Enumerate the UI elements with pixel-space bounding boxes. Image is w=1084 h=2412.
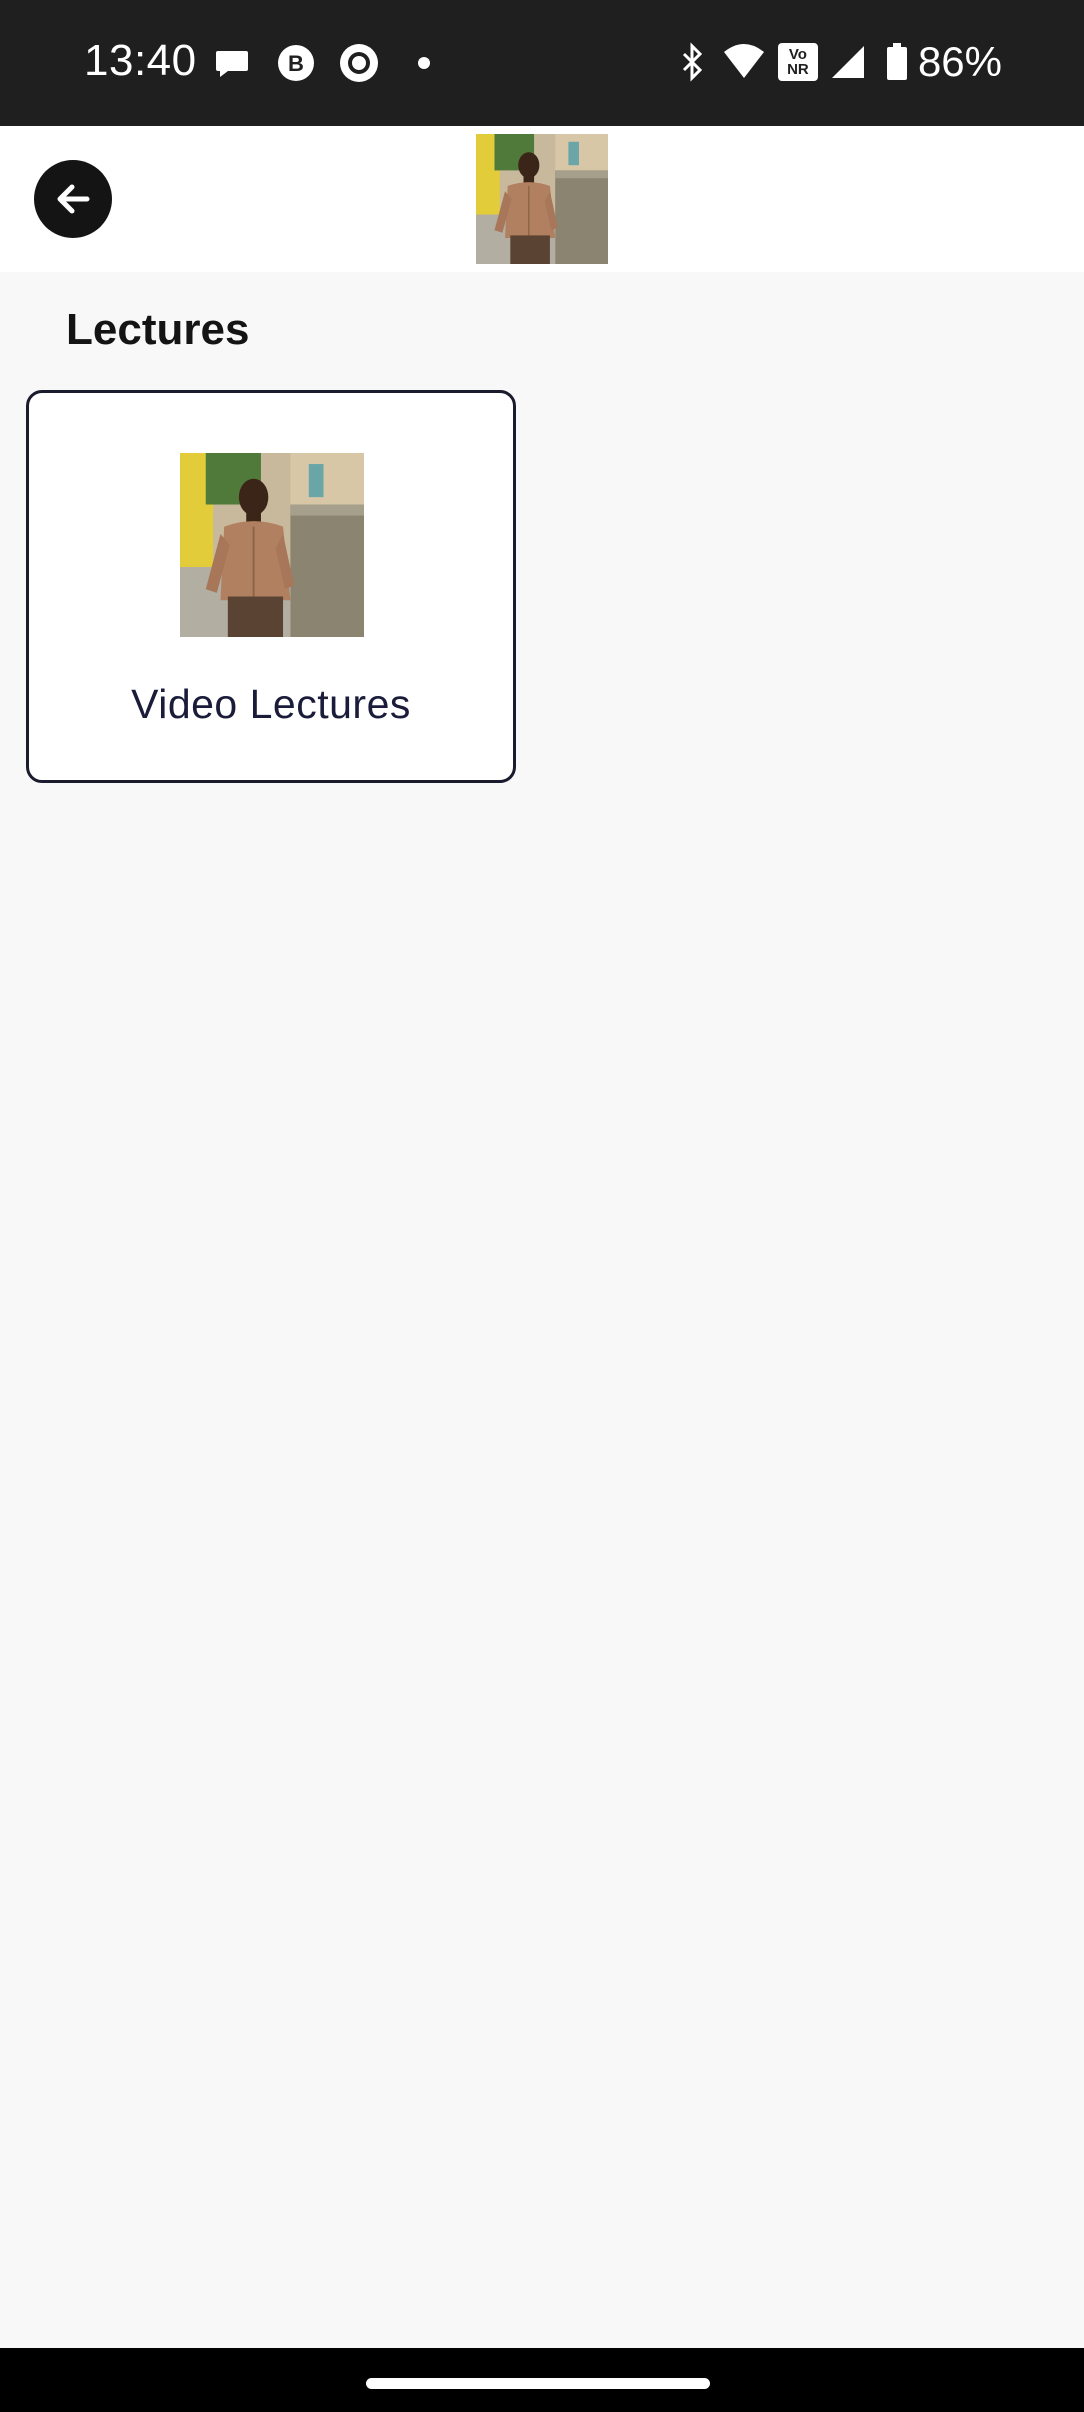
ring-icon bbox=[338, 42, 380, 84]
arrow-left-icon bbox=[53, 179, 93, 219]
b-circle-icon: B bbox=[276, 43, 316, 83]
navigation-bar bbox=[0, 2348, 1084, 2412]
battery-percentage: 86% bbox=[917, 38, 1002, 85]
home-gesture-handle[interactable] bbox=[366, 2378, 710, 2389]
system-status-icons: Vo NR 86% bbox=[678, 38, 1002, 86]
card-thumbnail bbox=[180, 453, 364, 637]
bluetooth-icon bbox=[678, 42, 708, 82]
status-bar: 13:40 B Vo NR 86% bbox=[0, 0, 1084, 126]
page-title: Lectures bbox=[66, 305, 250, 354]
status-time: 13:40 bbox=[84, 36, 197, 85]
vonr-top-text: Vo bbox=[788, 46, 807, 63]
app-header bbox=[0, 126, 1084, 272]
vonr-bottom-text: NR bbox=[787, 61, 809, 78]
wifi-icon bbox=[722, 42, 766, 82]
back-button[interactable] bbox=[34, 160, 112, 238]
header-logo bbox=[476, 134, 608, 264]
signal-icon bbox=[830, 44, 866, 80]
card-video-lectures[interactable]: Video Lectures bbox=[26, 390, 516, 783]
svg-text:B: B bbox=[288, 51, 304, 76]
notification-icons: B bbox=[212, 42, 430, 84]
chat-bubble-icon bbox=[212, 43, 252, 83]
battery-icon bbox=[886, 43, 908, 81]
dot-icon bbox=[418, 57, 430, 69]
vonr-icon: Vo NR bbox=[777, 43, 818, 81]
card-label: Video Lectures bbox=[131, 681, 411, 727]
